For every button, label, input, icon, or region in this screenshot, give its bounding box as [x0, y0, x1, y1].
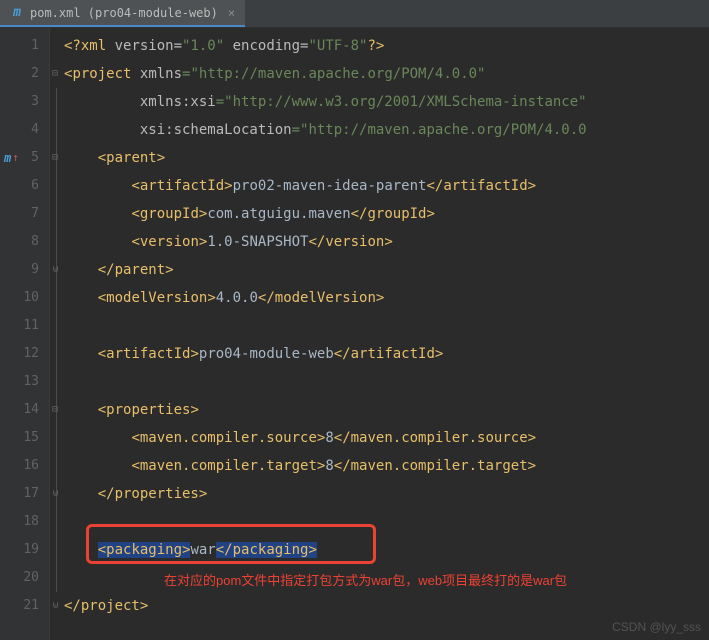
code-line	[64, 368, 709, 396]
code-line: <?xml version="1.0" encoding="UTF-8"?>	[64, 32, 709, 60]
code-line: <packaging>war</packaging>	[64, 536, 709, 564]
code-line: <modelVersion>4.0.0</modelVersion>	[64, 284, 709, 312]
fold-toggle-icon[interactable]: ⊟	[52, 144, 58, 172]
tab-bar: m pom.xml (pro04-module-web) ×	[0, 0, 709, 28]
code-area[interactable]: <?xml version="1.0" encoding="UTF-8"?> <…	[64, 28, 709, 640]
watermark: CSDN @lyy_sss	[612, 620, 701, 634]
code-line	[64, 508, 709, 536]
annotation-text: 在对应的pom文件中指定打包方式为war包，web项目最终打的是war包	[164, 570, 567, 589]
fold-end-icon[interactable]: ⊌	[52, 592, 59, 620]
code-line: </properties>	[64, 480, 709, 508]
code-line: <artifactId>pro04-module-web</artifactId…	[64, 340, 709, 368]
code-line: <version>1.0-SNAPSHOT</version>	[64, 228, 709, 256]
code-line: xsi:schemaLocation="http://maven.apache.…	[64, 116, 709, 144]
code-line: <groupId>com.atguigu.maven</groupId>	[64, 200, 709, 228]
close-icon[interactable]: ×	[228, 6, 235, 20]
maven-icon: m	[10, 6, 24, 20]
code-line: xmlns:xsi="http://www.w3.org/2001/XMLSch…	[64, 88, 709, 116]
code-line: <maven.compiler.target>8</maven.compiler…	[64, 452, 709, 480]
code-line: </parent>	[64, 256, 709, 284]
fold-toggle-icon[interactable]: ⊟	[52, 396, 58, 424]
code-line: <maven.compiler.source>8</maven.compiler…	[64, 424, 709, 452]
code-editor[interactable]: 1234 5m↑ 678910 1112131415 161718192021 …	[0, 28, 709, 640]
fold-end-icon[interactable]: ⊌	[52, 256, 59, 284]
code-line: <properties>	[64, 396, 709, 424]
code-line: </project>	[64, 592, 709, 620]
line-gutter: 1234 5m↑ 678910 1112131415 161718192021	[0, 28, 50, 640]
code-line: <project xmlns="http://maven.apache.org/…	[64, 60, 709, 88]
fold-column: ⊟ ⊟ ⊌ ⊟ ⊌ ⊌	[50, 28, 64, 640]
fold-toggle-icon[interactable]: ⊟	[52, 60, 58, 88]
maven-gutter-marker[interactable]: m↑	[4, 144, 19, 172]
file-tab[interactable]: m pom.xml (pro04-module-web) ×	[0, 0, 245, 27]
fold-end-icon[interactable]: ⊌	[52, 480, 59, 508]
code-line: <parent>	[64, 144, 709, 172]
code-line: <artifactId>pro02-maven-idea-parent</art…	[64, 172, 709, 200]
tab-title: pom.xml (pro04-module-web)	[30, 6, 218, 20]
code-line	[64, 312, 709, 340]
